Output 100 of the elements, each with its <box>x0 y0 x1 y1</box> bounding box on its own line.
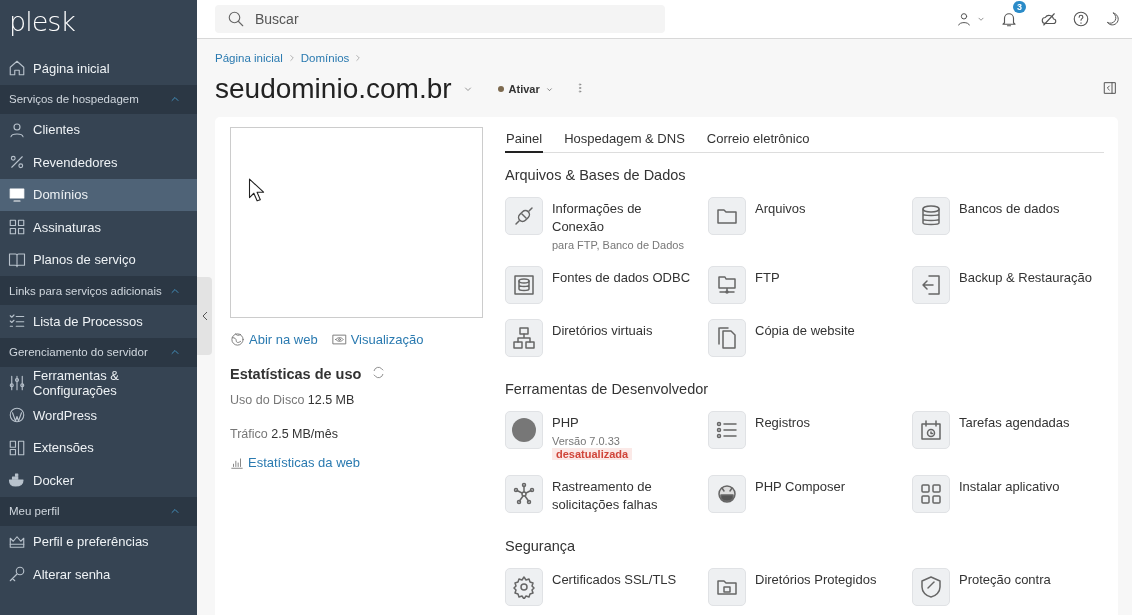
status-dropdown[interactable]: Ativar <box>497 83 554 95</box>
tool-button[interactable] <box>912 411 950 449</box>
book-icon <box>8 250 26 269</box>
section-heading: Ferramentas de Desenvolvedor <box>505 381 710 397</box>
tool-link[interactable]: Informações de Conexão <box>552 200 692 236</box>
person-icon <box>956 11 972 27</box>
tool-link[interactable]: Diretórios Protegidos <box>755 571 877 589</box>
nav-item[interactable]: Perfil e preferências <box>0 525 197 558</box>
panel-icon <box>1102 79 1118 96</box>
tool-link[interactable]: Instalar aplicativo <box>959 478 1060 496</box>
nav-item[interactable]: Docker <box>0 464 197 497</box>
tool-link[interactable]: Tarefas agendadas <box>959 414 1070 432</box>
tool-button[interactable] <box>708 475 746 513</box>
tool-link[interactable]: Proteção contra <box>959 571 1051 589</box>
tool-link[interactable]: Backup & Restauração <box>959 269 1092 287</box>
tool-link[interactable]: Rastreamento de solicitações falhas <box>552 478 692 514</box>
database-box-icon <box>512 273 536 297</box>
tool-link[interactable]: FTP <box>755 269 780 287</box>
section-title: Meu perfil <box>9 505 60 517</box>
tool-button[interactable] <box>912 475 950 513</box>
section-header[interactable]: Gerenciamento do servidor <box>0 337 197 367</box>
nav-item[interactable]: Extensões <box>0 431 197 464</box>
tab[interactable]: Correio eletrônico <box>705 127 811 153</box>
section-header[interactable]: Meu perfil <box>0 496 197 526</box>
nav-item[interactable]: WordPress <box>0 399 197 432</box>
logo[interactable]: plesk <box>0 0 197 52</box>
notifications-button[interactable]: 3 <box>1000 1 1026 28</box>
plug-icon <box>512 204 536 228</box>
tool-button[interactable] <box>505 197 543 235</box>
section-title: Links para serviços adicionais <box>9 284 162 297</box>
tool-button[interactable] <box>708 411 746 449</box>
tool-button[interactable] <box>505 319 543 357</box>
sitemap-icon <box>512 326 536 350</box>
status-badge: desatualizada <box>552 448 633 460</box>
tool-button[interactable] <box>505 475 543 513</box>
tool-button[interactable] <box>708 197 746 235</box>
tool-link[interactable]: Registros <box>755 414 810 432</box>
tab[interactable]: Hospedagem & DNS <box>563 127 686 153</box>
nav-item[interactable]: Domínios <box>0 178 197 211</box>
section-header[interactable]: Links para serviços adicionais <box>0 276 197 305</box>
calendar-clock-icon <box>919 418 943 442</box>
nav-item[interactable]: Ferramentas & Configurações <box>0 366 197 399</box>
network-folder-icon <box>715 273 739 297</box>
tool-note: Versão 7.0.33 <box>552 435 620 447</box>
shield-link-icon <box>919 575 943 599</box>
usage-text: Tráfico 2.5 MB/mês <box>230 427 339 441</box>
tool-button[interactable] <box>505 411 543 449</box>
dark-mode-button[interactable] <box>1104 9 1120 29</box>
tool-button[interactable] <box>912 568 950 606</box>
database-icon <box>919 204 943 228</box>
status-dot <box>497 86 504 92</box>
tool-button[interactable] <box>912 197 950 235</box>
tool-link[interactable]: PHP <box>552 414 579 432</box>
section-header[interactable]: Serviços de hospedagem <box>0 84 197 114</box>
nav-item[interactable]: Clientes <box>0 113 197 146</box>
link[interactable]: Estatísticas da web <box>230 455 483 470</box>
tool-link[interactable]: Certificados SSL/TLS <box>552 571 677 589</box>
tool-link[interactable]: Arquivos <box>755 200 806 218</box>
grid-icon <box>8 218 26 237</box>
help-button[interactable] <box>1072 9 1090 29</box>
grid-icon <box>919 482 943 506</box>
tool-link[interactable]: Bancos de dados <box>959 200 1060 218</box>
collapse-handle[interactable] <box>197 277 212 355</box>
cloud-icon <box>1040 10 1058 28</box>
domain-title: seudominio.com.br <box>215 73 452 105</box>
tool-link[interactable]: Fontes de dados ODBC <box>552 269 691 287</box>
tool-button[interactable] <box>708 568 746 606</box>
tool-link[interactable]: Diretórios virtuais <box>552 322 653 340</box>
section-heading: Segurança <box>505 538 577 554</box>
nav-item[interactable]: Página inicial <box>0 52 197 85</box>
nav-item[interactable]: Assinaturas <box>0 211 197 244</box>
nav-item[interactable]: Planos de serviço <box>0 243 197 276</box>
tool-link[interactable]: Cópia de website <box>755 322 855 340</box>
link[interactable]: Visualização <box>331 332 424 347</box>
tool-button[interactable] <box>505 568 543 606</box>
whale-icon <box>8 471 26 490</box>
network-node-icon <box>512 482 536 506</box>
breadcrumb-link[interactable]: Domínios <box>300 52 350 64</box>
nav-item[interactable]: Alterar senha <box>0 558 197 591</box>
usage-text: Uso do Disco 12.5 MB <box>230 393 356 407</box>
pointer-icon <box>246 177 266 203</box>
globe-icon <box>230 332 245 347</box>
tool-button[interactable] <box>505 266 543 304</box>
nav-item[interactable]: Revendedores <box>0 146 197 179</box>
link[interactable]: Abir na web <box>230 332 318 347</box>
tool-button[interactable] <box>912 266 950 304</box>
section-title: Gerenciamento do servidor <box>9 346 148 358</box>
moon-icon <box>1104 11 1120 27</box>
home-icon <box>8 59 26 78</box>
eye-icon <box>331 332 347 347</box>
tool-link[interactable]: PHP Composer <box>755 478 846 496</box>
tab[interactable]: Painel <box>505 127 544 153</box>
breadcrumb-link[interactable]: Página inicial <box>215 52 283 64</box>
tool-button[interactable] <box>708 319 746 357</box>
usage-heading: Estatísticas de uso <box>230 366 362 382</box>
key-icon <box>8 565 26 584</box>
tool-button[interactable] <box>708 266 746 304</box>
nav-item[interactable]: Lista de Processos <box>0 305 197 338</box>
section-title: Serviços de hospedagem <box>9 93 139 105</box>
section-heading: Arquivos & Bases de Dados <box>505 167 687 183</box>
